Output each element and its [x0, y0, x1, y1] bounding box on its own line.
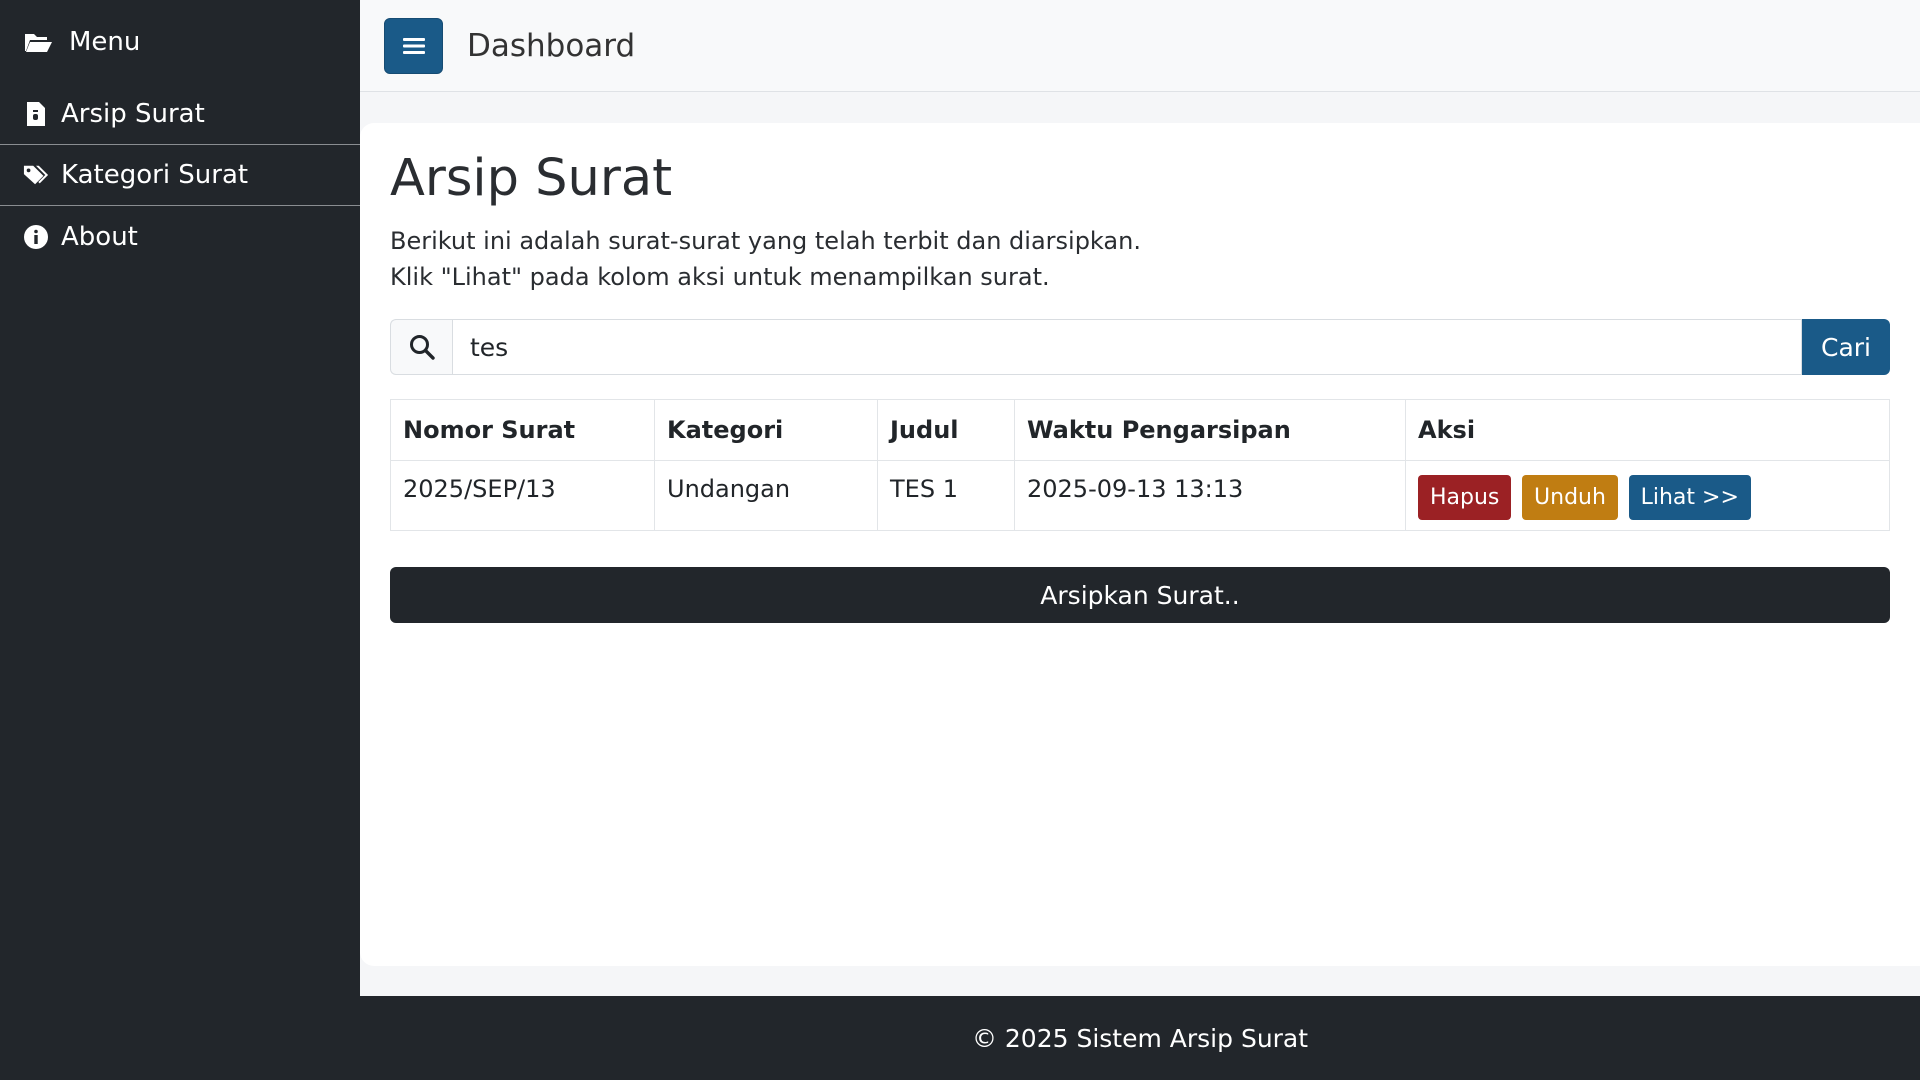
view-button[interactable]: Lihat >>	[1628, 475, 1751, 520]
main-card: Arsip Surat Berikut ini adalah surat-sur…	[360, 123, 1920, 966]
footer: © 2025 Sistem Arsip Surat	[360, 996, 1920, 1080]
search-button[interactable]: Cari	[1802, 319, 1890, 375]
sidebar-item-label: About	[61, 221, 138, 252]
sidebar-toggle-button[interactable]	[384, 17, 443, 74]
column-header-waktu-pengarsipan: Waktu Pengarsipan	[1014, 399, 1406, 461]
cell-waktu: 2025-09-13 13:13	[1014, 460, 1406, 531]
column-header-kategori: Kategori	[654, 399, 878, 461]
search-icon	[390, 319, 452, 375]
page-title: Arsip Surat	[390, 149, 673, 208]
sidebar-item-kategori-surat[interactable]: Kategori Surat	[0, 145, 360, 206]
folder-open-icon	[23, 30, 61, 54]
delete-button[interactable]: Hapus	[1418, 475, 1512, 520]
column-header-judul: Judul	[877, 399, 1015, 461]
sidebar-item-arsip-surat[interactable]: Arsip Surat	[0, 84, 360, 145]
tags-icon	[23, 162, 49, 188]
navbar-title: Dashboard	[467, 27, 636, 64]
cell-aksi: Hapus Unduh Lihat >>	[1405, 460, 1890, 531]
sidebar-item-about[interactable]: About	[0, 206, 360, 267]
cell-judul: TES 1	[877, 460, 1015, 531]
column-header-aksi: Aksi	[1405, 399, 1890, 461]
sidebar-menu-header: Menu	[0, 0, 360, 84]
hamburger-icon	[402, 37, 425, 55]
description-line: Berikut ini adalah surat-surat yang tela…	[390, 227, 1141, 255]
search-input[interactable]	[452, 319, 1802, 375]
column-header-nomor-surat: Nomor Surat	[390, 399, 655, 461]
archive-letter-button[interactable]: Arsipkan Surat..	[390, 567, 1890, 623]
sidebar-menu-label: Menu	[69, 27, 141, 57]
archive-table: Nomor Surat Kategori Judul Waktu Pengars…	[390, 399, 1890, 531]
file-icon	[23, 101, 49, 127]
table-row: 2025/SEP/13 Undangan TES 1 2025-09-13 13…	[390, 460, 1890, 531]
page-description: Berikut ini adalah surat-surat yang tela…	[390, 223, 1141, 295]
top-navbar: Dashboard	[360, 0, 1920, 92]
download-button[interactable]: Unduh	[1522, 475, 1618, 520]
sidebar-item-label: Kategori Surat	[61, 160, 249, 190]
info-circle-icon	[23, 224, 49, 250]
search-bar: Cari	[390, 319, 1890, 375]
sidebar: Menu Arsip Surat Kategori Surat About	[0, 0, 360, 1080]
footer-text: © 2025 Sistem Arsip Surat	[971, 1023, 1309, 1053]
table-header-row: Nomor Surat Kategori Judul Waktu Pengars…	[390, 399, 1890, 461]
description-line: Klik "Lihat" pada kolom aksi untuk menam…	[390, 263, 1050, 291]
cell-nomor-surat: 2025/SEP/13	[390, 460, 655, 531]
sidebar-item-label: Arsip Surat	[61, 99, 205, 129]
cell-kategori: Undangan	[654, 460, 878, 531]
